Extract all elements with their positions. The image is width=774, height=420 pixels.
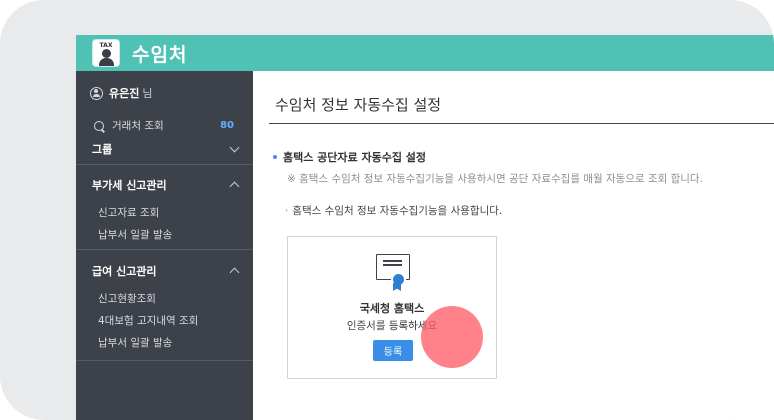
chevron-up-icon xyxy=(229,181,240,192)
tax-logo-icon: TAX xyxy=(92,39,120,67)
client-search-item[interactable]: 거래처 조회 80 xyxy=(94,118,234,133)
client-count-badge: 80 xyxy=(220,120,234,131)
bullet-icon xyxy=(273,155,277,159)
user-profile[interactable]: 유은진 님 xyxy=(90,85,153,101)
info-note: ※ 홈택스 수임처 정보 자동수집기능을 사용하시면 공단 자료수집를 매월 자… xyxy=(287,173,703,185)
logo-person-head xyxy=(102,49,111,58)
sidebar-divider xyxy=(76,360,253,361)
search-icon xyxy=(94,120,104,131)
group-label: 그룹 xyxy=(92,143,113,156)
certificate-line xyxy=(383,264,402,266)
page-title: 수임처 정보 자동수집 설정 xyxy=(275,96,442,114)
bullet-dot: · xyxy=(285,205,289,217)
app-screen: TAX 수임처 유은진 님 거래처 조회 80 그룹 부가세 신고관리 신고자료… xyxy=(76,35,774,420)
main-content: 수임처 정보 자동수집 설정 홈택스 공단자료 자동수집 설정 ※ 홈택스 수임… xyxy=(253,71,774,420)
sidebar-divider xyxy=(76,249,253,250)
sidebar-item-insurance-notice[interactable]: 4대보험 고지내역 조회 xyxy=(98,313,198,328)
user-name: 유은진 xyxy=(109,87,140,100)
client-search-label: 거래처 조회 xyxy=(112,120,164,132)
logo-person-body xyxy=(99,58,114,66)
sidebar-item-payroll-bulk-send[interactable]: 납부서 일괄 발송 xyxy=(98,335,172,350)
certificate-ribbon-icon xyxy=(393,283,401,291)
chevron-down-icon xyxy=(229,142,240,152)
section-heading-text: 홈택스 공단자료 자동수집 설정 xyxy=(283,151,427,164)
group-menu[interactable]: 그룹 xyxy=(92,141,240,157)
section-vat-header[interactable]: 부가세 신고관리 xyxy=(92,177,240,193)
certificate-line xyxy=(383,260,402,262)
sidebar-item-vat-bulk-send[interactable]: 납부서 일괄 발송 xyxy=(98,227,172,242)
sidebar-item-report-status[interactable]: 신고현황조회 xyxy=(98,291,156,306)
app-title: 수임처 xyxy=(132,43,188,66)
device-frame: TAX 수임처 유은진 님 거래처 조회 80 그룹 부가세 신고관리 신고자료… xyxy=(0,0,774,420)
top-bar: TAX 수임처 xyxy=(76,35,774,71)
title-divider xyxy=(269,123,774,124)
usage-text-label: 홈택스 수임처 정보 자동수집기능을 사용합니다. xyxy=(292,205,503,217)
card-desc-prefix: 인증서를 xyxy=(346,320,389,332)
section-heading: 홈택스 공단자료 자동수집 설정 xyxy=(273,149,426,165)
section-payroll-header[interactable]: 급여 신고관리 xyxy=(92,263,240,279)
touch-indicator xyxy=(421,306,483,368)
sidebar-item-report-data[interactable]: 신고자료 조회 xyxy=(98,205,159,220)
user-circle-icon xyxy=(90,86,103,100)
user-suffix: 님 xyxy=(142,87,153,100)
register-button[interactable]: 등록 xyxy=(373,340,413,361)
sidebar: 유은진 님 거래처 조회 80 그룹 부가세 신고관리 신고자료 조회 납부서 … xyxy=(76,71,253,420)
hometax-card: 국세청 홈택스 인증서를 등록하세요 등록 xyxy=(287,236,497,379)
chevron-up-icon xyxy=(229,267,240,278)
sidebar-divider xyxy=(76,164,253,165)
logo-text: TAX xyxy=(99,42,113,49)
section-vat-title: 부가세 신고관리 xyxy=(92,179,167,192)
usage-text: · 홈택스 수임처 정보 자동수집기능을 사용합니다. xyxy=(285,203,502,218)
section-payroll-title: 급여 신고관리 xyxy=(92,265,157,278)
